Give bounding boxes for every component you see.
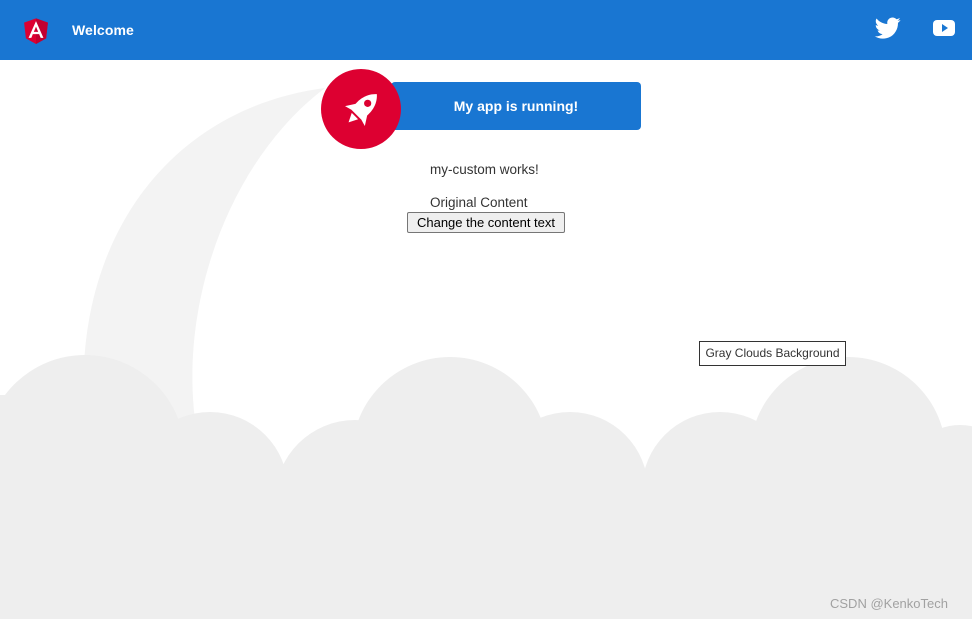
app-running-text: My app is running!: [453, 98, 579, 114]
watermark: CSDN @KenkoTech: [830, 596, 948, 611]
youtube-link[interactable]: [932, 18, 956, 38]
main-content: My app is running! my-custom works! Orig…: [0, 0, 972, 619]
youtube-icon: [933, 20, 955, 36]
clouds-background-label: Gray Clouds Background: [699, 341, 846, 366]
original-content-text: Original Content: [430, 195, 528, 210]
change-content-button[interactable]: Change the content text: [407, 212, 565, 233]
app-page: Welcome My app is running! my-custom wor…: [0, 0, 972, 619]
twitter-icon: [874, 17, 901, 39]
toolbar-title: Welcome: [72, 22, 134, 38]
twitter-link[interactable]: [874, 15, 902, 41]
custom-component-text: my-custom works!: [430, 162, 539, 177]
angular-logo-icon[interactable]: [20, 14, 52, 47]
toolbar: Welcome: [0, 0, 972, 60]
rocket-icon: [345, 94, 377, 126]
